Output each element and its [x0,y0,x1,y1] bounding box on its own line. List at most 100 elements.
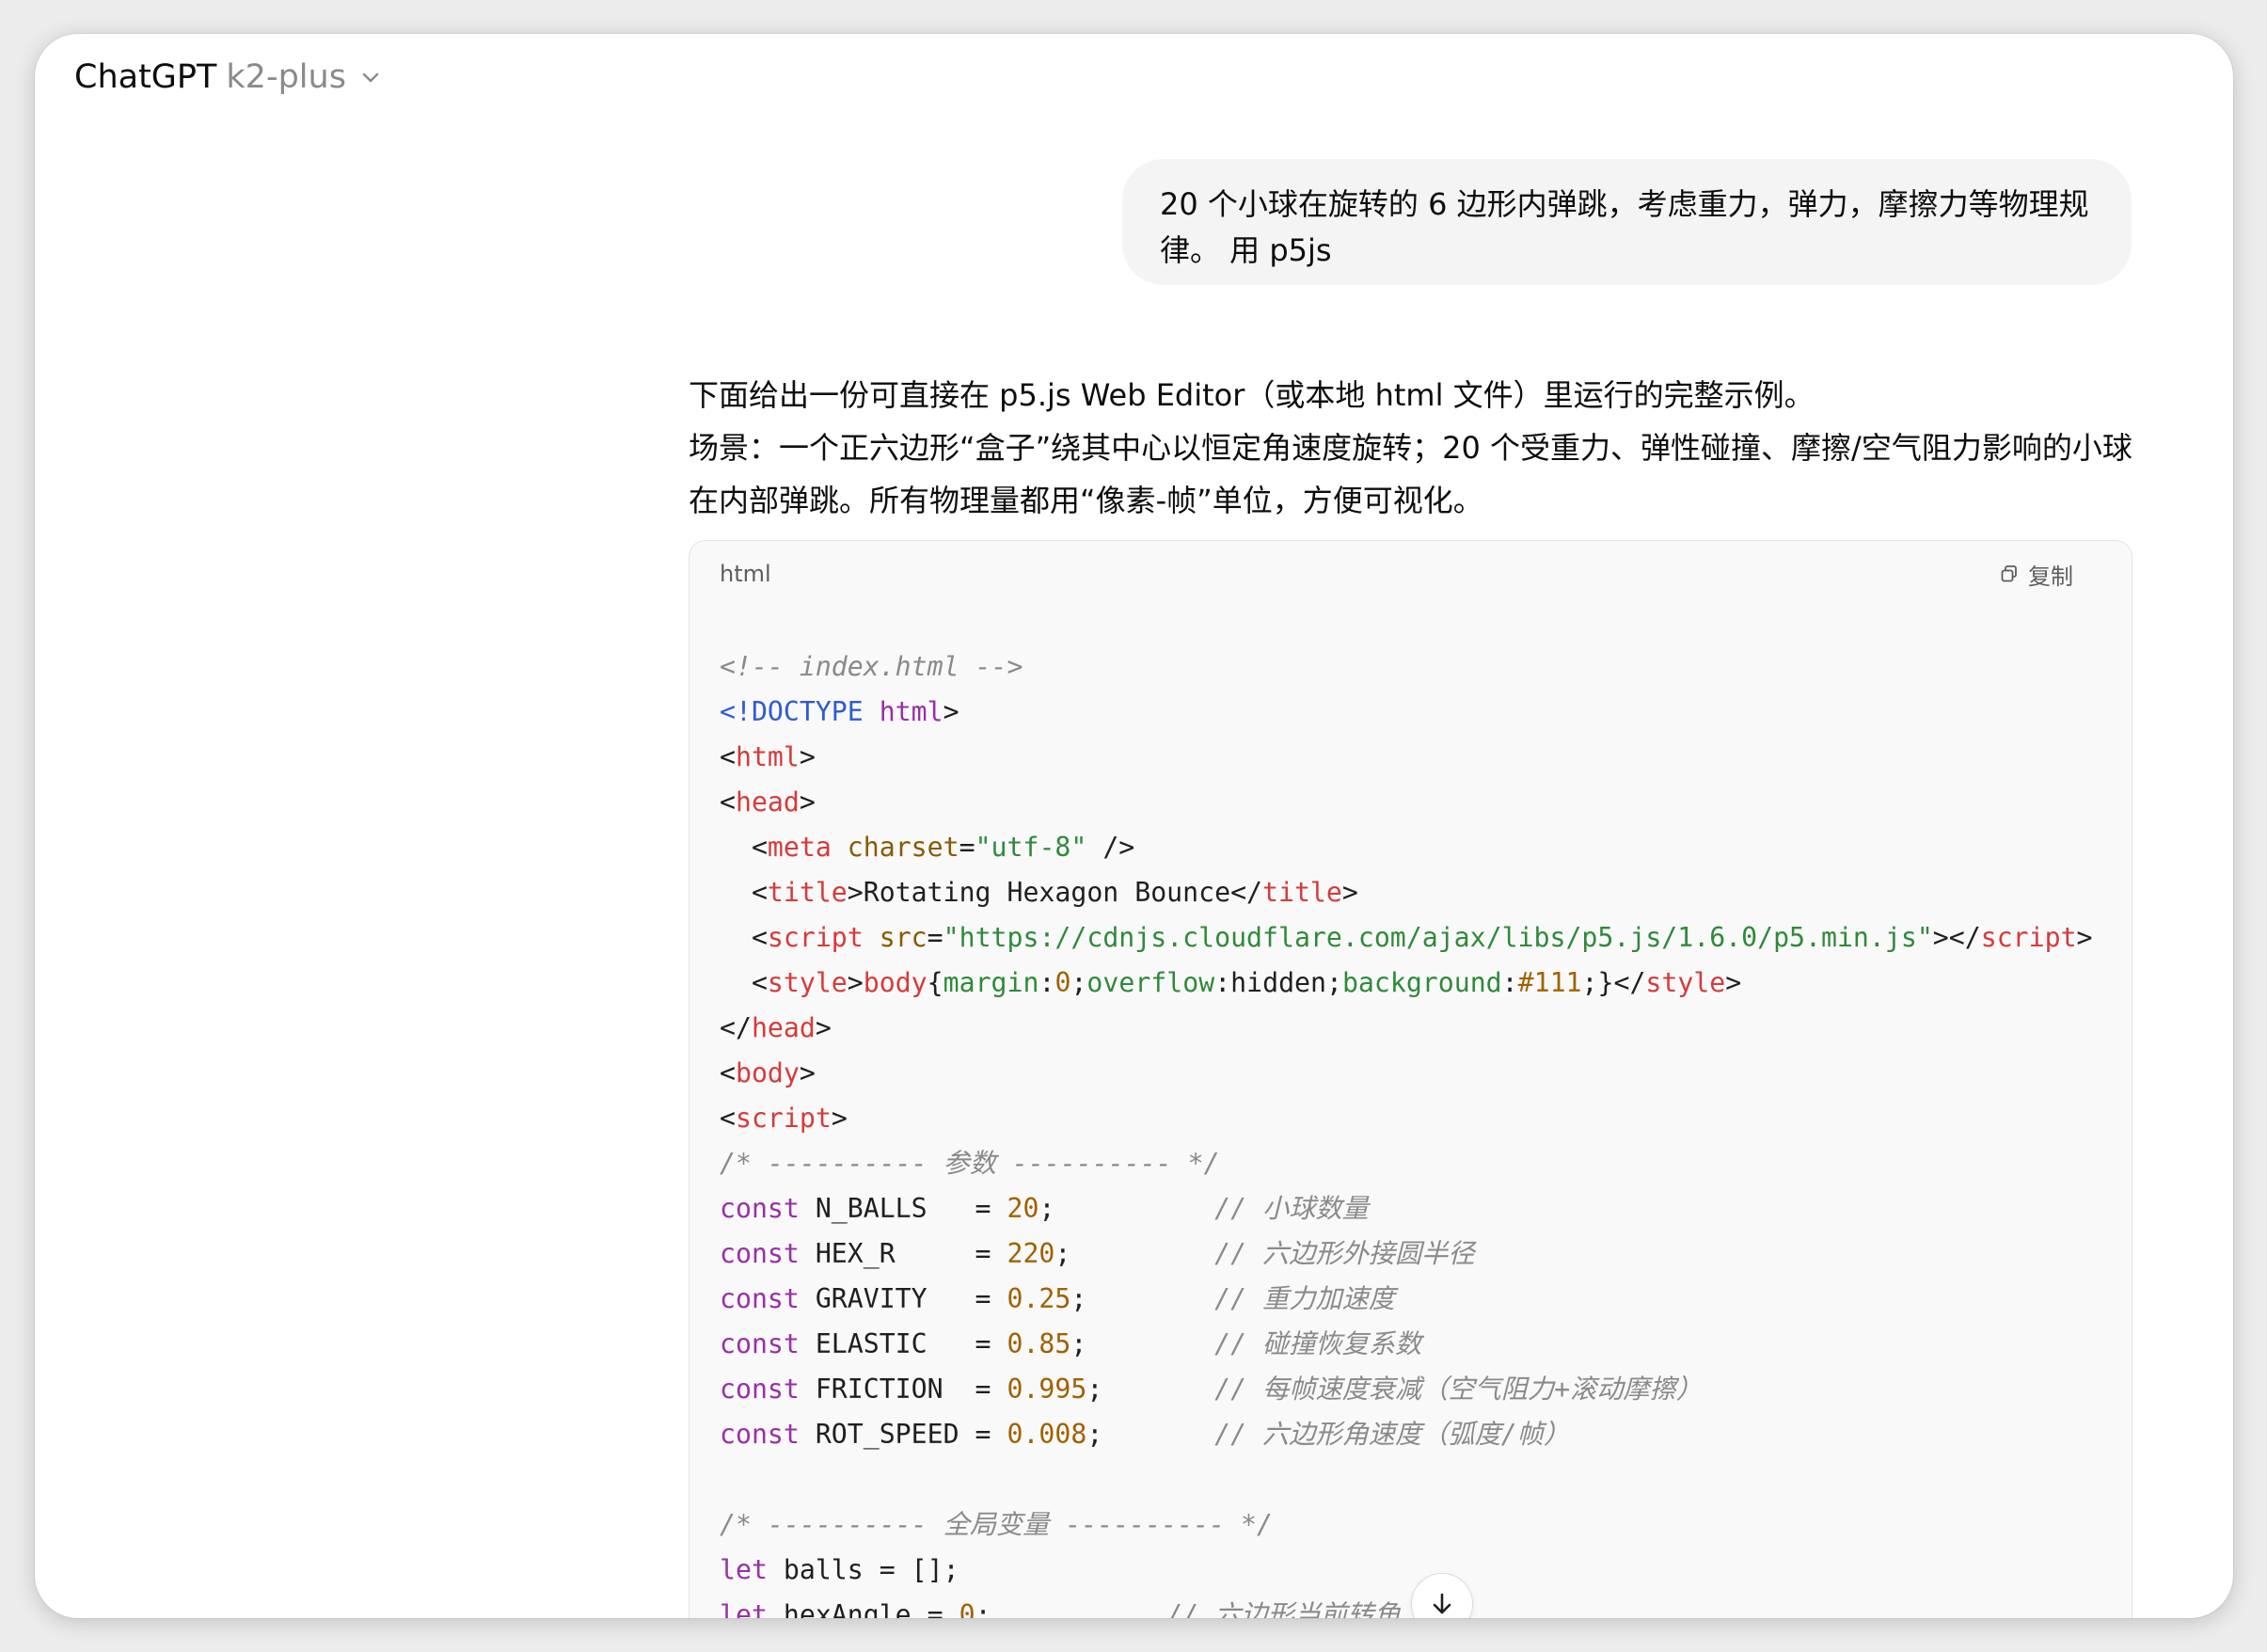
code-token: ; [1054,1238,1215,1269]
copy-button[interactable]: 复制 [2000,558,2073,591]
code-token: 0.995 [1007,1374,1087,1405]
code-line: ​ [720,1457,2101,1502]
code-token: < [720,832,768,863]
code-token: ></ [1932,922,1981,953]
app-name: ChatGPT [74,58,217,96]
code-token: // 小球数量 [1214,1193,1369,1224]
code-token: { [927,967,943,998]
code-token: // 碰撞恢复系数 [1214,1328,1422,1359]
code-token: : [1501,967,1518,998]
copy-label: 复制 [2028,563,2073,590]
assistant-paragraph: 下面给出一份可直接在 p5.js Web Editor（或本地 html 文件）… [689,377,1815,413]
code-token: = [927,922,943,953]
chat-window: ChatGPT k2-plus 20 个小球在旋转的 6 边形内弹跳，考虑重力，… [35,34,2233,1618]
code-token: N_BALLS = [799,1193,1007,1224]
code-line: const FRICTION = 0.995; // 每帧速度衰减（空气阻力+滚… [720,1367,2101,1412]
code-token: script [767,922,864,953]
code-token: const [720,1283,800,1314]
code-token: title [1262,877,1342,908]
code-token: const [720,1238,800,1269]
code-token: ; [975,1599,1167,1618]
code-token: /> [1086,832,1135,863]
chevron-down-icon [362,72,379,83]
code-line: const ELASTIC = 0.85; // 碰撞恢复系数 [720,1322,2101,1367]
code-token: < [720,741,736,772]
code-line: <script> [720,1096,2101,1141]
code-line: let balls = []; [720,1548,2101,1593]
code-token: style [767,967,848,998]
code-token: > [943,696,959,727]
code-token: :hidden; [1214,967,1342,998]
code-token: > [831,1103,848,1134]
code-token: 0.008 [1007,1419,1087,1450]
copy-icon [2001,565,2017,582]
code-token: = [959,832,975,863]
code-line: <html> [720,735,2101,780]
code-token: ; [1038,1193,1215,1224]
code-line: /* ---------- 全局变量 ---------- */ [720,1502,2101,1548]
code-token: html [879,696,943,727]
code-token: ;}</ [1581,967,1646,998]
code-token: html [735,741,800,772]
code-token: < [720,967,768,998]
code-block: html 复制 <!-- index.html --> <!DOCTYPE htm… [689,540,2132,1618]
code-token: "https://cdnjs.cloudflare.com/ajax/libs/… [943,922,1933,953]
code-token: 0.25 [1007,1283,1071,1314]
code-line: const HEX_R = 220; // 六边形外接圆半径 [720,1231,2101,1277]
code-token: overflow [1086,967,1215,998]
code-token: head [751,1012,816,1043]
code-token: >Rotating Hexagon Bounce</ [847,877,1263,908]
code-token: ; [1086,1419,1215,1450]
code-token: hexAngle = [767,1599,959,1618]
code-token: src [863,922,927,953]
code-token: ; [1070,1283,1215,1314]
code-token: ; [1086,1374,1215,1405]
code-token: > [815,1012,832,1043]
code-token: FRICTION = [799,1374,1007,1405]
code-token: #111 [1517,967,1582,998]
code-token: charset [831,832,959,863]
code-token: > [1725,967,1742,998]
assistant-paragraph: 场景：一个正六边形“盒子”绕其中心以恒定角速度旋转；20 个受重力、弹性碰撞、摩… [689,430,2132,518]
code-token: > [847,967,864,998]
code-line: <!-- index.html --> [720,644,2101,690]
code-token: /* ---------- 全局变量 ---------- */ [720,1509,1273,1540]
model-selector[interactable]: ChatGPT k2-plus [74,34,382,120]
code-token: > [799,1057,816,1088]
code-content: <!-- index.html --> <!DOCTYPE html> <html>… [690,607,2132,1618]
code-line: <script src="https://cdnjs.cloudflare.co… [720,915,2101,961]
code-token: 220 [1007,1238,1055,1269]
code-token: body [863,967,927,998]
code-token: : [1038,967,1055,998]
code-token: const [720,1193,800,1224]
code-token: 0.85 [1007,1328,1071,1359]
code-token: script [1980,922,2077,953]
code-token: ; [1070,1328,1215,1359]
code-token: < [720,1057,736,1088]
code-token: script [735,1103,832,1134]
code-language: html [720,561,771,587]
code-line: /* ---------- 参数 ---------- */ [720,1141,2101,1186]
code-token: const [720,1328,800,1359]
code-token: body [735,1057,800,1088]
model-name: k2-plus [226,58,346,96]
code-token: HEX_R = [799,1238,1007,1269]
code-token: < [720,786,736,818]
code-token: ROT_SPEED = [799,1419,1007,1450]
code-token: style [1645,967,1726,998]
code-block-header: html 复制 [690,541,2132,607]
arrow-down-icon [1433,1593,1451,1614]
code-token: < [720,922,768,953]
code-token: margin [943,967,1039,998]
code-token: const [720,1374,800,1405]
code-token: meta [767,832,832,863]
code-line: const GRAVITY = 0.25; // 重力加速度 [720,1277,2101,1322]
code-token: > [799,741,816,772]
code-token: /* ---------- 参数 ---------- */ [720,1148,1220,1179]
code-line: <body> [720,1051,2101,1096]
code-line: </head> [720,1006,2101,1051]
code-token: "utf-8" [975,832,1087,863]
code-token: 0 [959,1599,975,1618]
user-message-text: 20 个小球在旋转的 6 边形内弹跳，考虑重力，弹力，摩擦力等物理规律。 用 p… [1160,186,2089,268]
code-token: let [720,1599,768,1618]
